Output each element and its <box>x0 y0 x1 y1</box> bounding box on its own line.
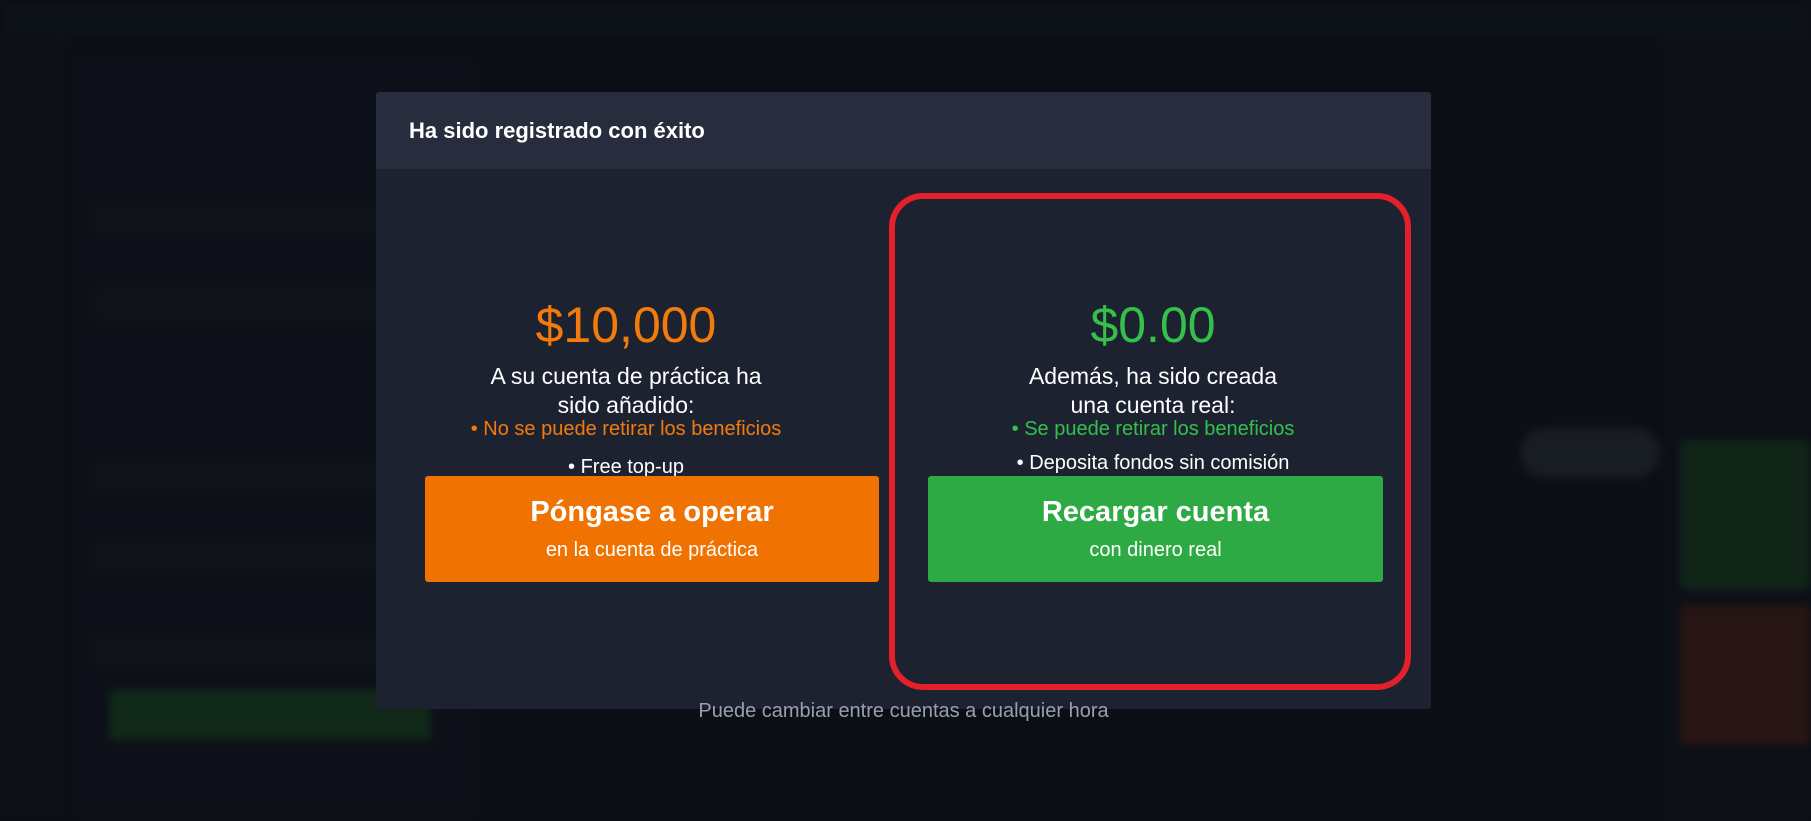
real-heading: Además, ha sido creada una cuenta real: <box>903 362 1403 420</box>
top-up-label: Recargar cuenta <box>1041 496 1270 528</box>
practice-heading-line2: sido añadido: <box>557 392 695 418</box>
practice-heading: A su cuenta de práctica ha sido añadido: <box>376 362 876 420</box>
practice-bullet-withdraw: • No se puede retirar los beneficios <box>470 418 782 440</box>
start-trading-label: Póngase a operar <box>530 496 774 528</box>
modal-header: Ha sido registrado con éxito <box>376 92 1431 169</box>
start-trading-sublabel: en la cuenta de práctica <box>545 539 759 561</box>
top-up-real-account-button[interactable]: Recargar cuenta con dinero real <box>928 476 1383 582</box>
practice-amount: $10,000 <box>535 297 717 353</box>
top-up-sublabel: con dinero real <box>1089 539 1222 561</box>
real-amount: $0.00 <box>1090 297 1216 353</box>
real-heading-line2: una cuenta real: <box>1070 392 1236 418</box>
real-bullet-deposit: • Deposita fondos sin comisión <box>1016 452 1290 474</box>
registration-success-modal: Ha sido registrado con éxito A su cuenta… <box>376 92 1431 709</box>
real-bullet-withdraw: • Se puede retirar los beneficios <box>1011 418 1295 440</box>
modal-title: Ha sido registrado con éxito <box>409 117 705 143</box>
switch-accounts-note: Puede cambiar entre cuentas a cualquier … <box>698 700 1109 722</box>
practice-heading-line1: A su cuenta de práctica ha <box>490 363 762 389</box>
real-heading-line1: Además, ha sido creada <box>1028 363 1278 389</box>
start-trading-practice-button[interactable]: Póngase a operar en la cuenta de práctic… <box>425 476 879 582</box>
